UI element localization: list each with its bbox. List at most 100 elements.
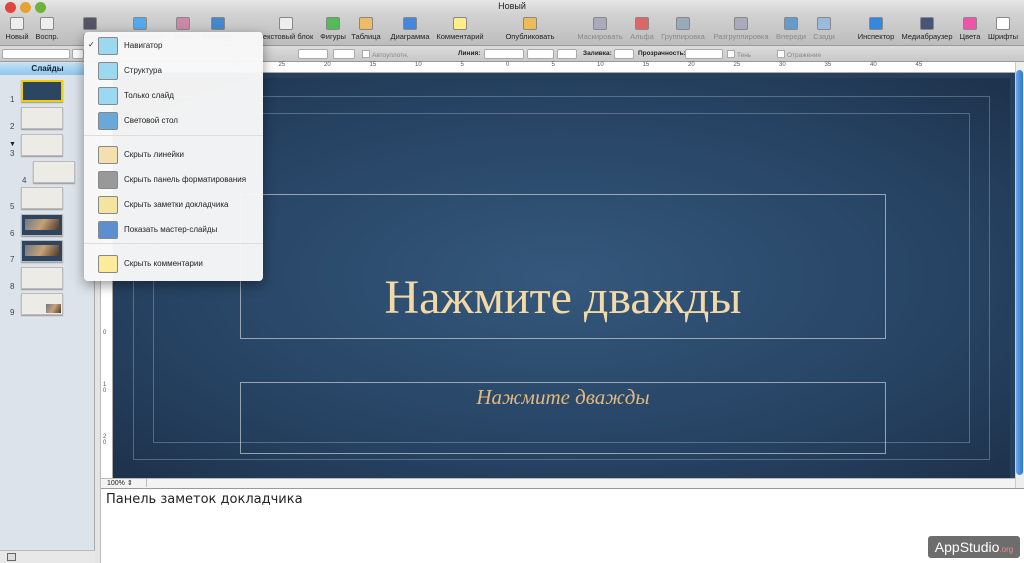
menu-item-7[interactable]: Показать мастер-слайды [84,219,263,241]
font-select[interactable] [72,49,84,59]
photo-icon [46,304,61,313]
ruler-label: 45 [915,62,923,68]
slide-thumbnail[interactable] [21,240,63,262]
reflection-checkbox[interactable]: Отражение [777,50,821,59]
line-style-select[interactable] [484,49,524,59]
view-icon [83,17,97,30]
ruler-label-v: 1 0 [103,382,107,394]
slide-thumbnail[interactable] [21,293,63,315]
menu-item-2[interactable]: Только слайд [84,85,263,107]
slide-number: 9 [10,308,15,317]
notes-text[interactable]: Панель заметок докладчика [106,492,303,507]
slide-number: 6 [10,229,15,238]
close-icon[interactable] [5,2,16,13]
opacity-select[interactable] [685,49,723,59]
menu-item-3[interactable]: Световой стол [84,110,263,132]
disclosure-triangle-icon[interactable]: ▼ [9,141,16,148]
toolbar-button-10[interactable]: Комментарий [430,17,490,41]
menu-item-label: Скрыть панель форматирования [124,175,247,184]
slide-title[interactable]: Нажмите дважды [240,270,886,325]
menu-item-4[interactable]: Скрыть линейки [84,144,263,166]
master-slides-icon [98,221,118,239]
zoom-window-icon[interactable] [35,2,46,13]
light-table-icon [98,112,118,130]
format-bar-icon [98,171,118,189]
alpha-icon [635,17,649,30]
shadow-checkbox[interactable]: Тень [727,50,751,59]
slide-number: 7 [10,255,15,264]
ruler-label: 20 [324,62,331,68]
menu-item-label: Световой стол [124,116,178,125]
photo-icon [25,245,59,256]
slide-number: 5 [10,202,15,211]
ruler-label: 10 [597,62,604,68]
zoom-select[interactable]: 100% ⇕ [107,479,147,487]
slide-thumbnail[interactable] [21,80,63,102]
ungroup-icon [734,17,748,30]
autofit-checkbox[interactable]: Автоуплотн. [362,50,409,59]
menu-item-0[interactable]: ✓ Навигатор [84,35,263,57]
menu-item-6[interactable]: Скрыть заметки докладчика [84,194,263,216]
fill-color-well[interactable] [614,49,634,59]
ruler-label: 5 [460,62,464,68]
scrollbar-thumb[interactable] [1016,70,1023,475]
menu-separator [84,135,263,136]
ruler-label: 35 [824,62,832,68]
ruler-label: 40 [870,62,877,68]
back-icon [817,17,831,30]
slide-thumbnail[interactable] [21,107,63,129]
toolbar-label: Шрифты [987,32,1019,41]
style-select[interactable] [2,49,70,59]
mask-icon [593,17,607,30]
sidebar-footer [0,550,95,563]
line-color-well[interactable] [557,49,577,59]
comment-icon [453,17,467,30]
menu-item-1[interactable]: Структура [84,60,263,82]
view-options-icon[interactable] [7,553,16,561]
ruler-label: 10 [415,62,422,68]
columns-select[interactable] [333,49,355,59]
watermark-logo: AppStudio.org [928,536,1020,558]
ruler-label-v: 2 0 [103,434,107,446]
masters-icon [211,17,225,30]
fill-label: Заливка: [583,50,612,57]
toolbar-label: Сзади [813,32,835,41]
toolbar-button-14[interactable]: Группировка [653,17,713,41]
opacity-label: Прозрачность: [638,50,686,57]
toolbar-button-11[interactable]: Опубликовать [500,17,560,41]
slide-thumbnail[interactable] [21,267,63,289]
ruler-label: 0 [506,62,510,68]
slide-number: 4 [22,176,27,185]
table-icon [359,17,373,30]
ruler-label: 15 [642,62,650,68]
toolbar-button-17[interactable]: Сзади [794,17,854,41]
navigator-view-icon [98,37,118,55]
spacing-select[interactable] [298,49,328,59]
ruler-label: 30 [779,62,786,68]
menu-item-label: Навигатор [124,41,163,50]
chart-icon [403,17,417,30]
slide-thumbnail[interactable] [21,134,63,156]
publish-icon [523,17,537,30]
slide-subtitle[interactable]: Нажмите дважды [240,385,886,410]
toolbar-button-21[interactable]: Шрифты [973,17,1024,41]
slides-header: Слайды [0,63,95,75]
menu-item-label: Скрыть комментарии [124,259,203,268]
media-icon [920,17,934,30]
slide-thumbnail[interactable] [33,161,75,183]
inspector-icon [869,17,883,30]
slide-thumbnail[interactable] [21,187,63,209]
outline-view-icon [98,62,118,80]
presenter-notes[interactable]: Панель заметок докладчика [101,488,1024,563]
minimize-icon[interactable] [20,2,31,13]
menu-item-8[interactable]: Скрыть комментарии [84,253,263,275]
fonts-icon [996,17,1010,30]
zoom-bar: 100% ⇕ [101,478,1015,488]
view-menu: ✓ Навигатор Структура Только слайд Световой … [84,32,263,281]
slide-only-icon [98,87,118,105]
menu-item-label: Только слайд [124,91,174,100]
line-width-select[interactable] [527,49,554,59]
slide-thumbnail[interactable] [21,214,63,236]
menu-item-5[interactable]: Скрыть панель форматирования [84,169,263,191]
title-bar: Новый [0,0,1024,14]
